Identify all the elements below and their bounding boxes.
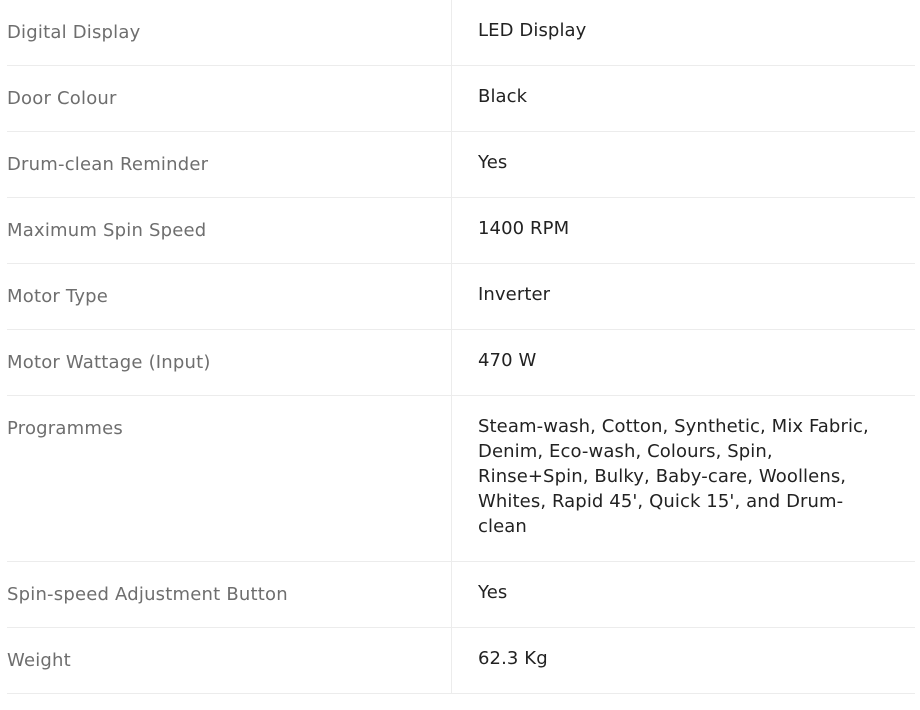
spec-label: Drum-clean Reminder (7, 132, 452, 197)
spec-row-door-colour: Door Colour Black (7, 66, 915, 132)
spec-label: Spin-speed Adjustment Button (7, 562, 452, 627)
spec-label: Maximum Spin Speed (7, 198, 452, 263)
spec-label: Motor Type (7, 264, 452, 329)
spec-value: Yes (478, 582, 508, 603)
spec-value: Yes (478, 152, 508, 173)
spec-row-motor-type: Motor Type Inverter (7, 264, 915, 330)
specification-table: Digital Display LED Display Door Colour … (7, 0, 915, 694)
spec-value: LED Display (478, 20, 587, 41)
spec-value: 1400 RPM (478, 218, 570, 239)
spec-label: Digital Display (7, 0, 452, 65)
spec-value: Black (478, 86, 528, 107)
spec-row-motor-wattage: Motor Wattage (Input) 470 W (7, 330, 915, 396)
spec-label: Programmes (7, 396, 452, 561)
spec-row-weight: Weight 62.3 Kg (7, 628, 915, 694)
spec-row-spin-speed-adjustment-button: Spin-speed Adjustment Button Yes (7, 562, 915, 628)
spec-value: Steam-wash, Cotton, Synthetic, Mix Fabri… (478, 416, 869, 537)
spec-row-programmes: Programmes Steam-wash, Cotton, Synthetic… (7, 396, 915, 562)
spec-label: Weight (7, 628, 452, 693)
spec-label: Door Colour (7, 66, 452, 131)
spec-label: Motor Wattage (Input) (7, 330, 452, 395)
spec-value: Inverter (478, 284, 551, 305)
spec-row-drum-clean-reminder: Drum-clean Reminder Yes (7, 132, 915, 198)
spec-value: 62.3 Kg (478, 648, 548, 669)
spec-row-digital-display: Digital Display LED Display (7, 0, 915, 66)
spec-value: 470 W (478, 350, 537, 371)
spec-row-maximum-spin-speed: Maximum Spin Speed 1400 RPM (7, 198, 915, 264)
